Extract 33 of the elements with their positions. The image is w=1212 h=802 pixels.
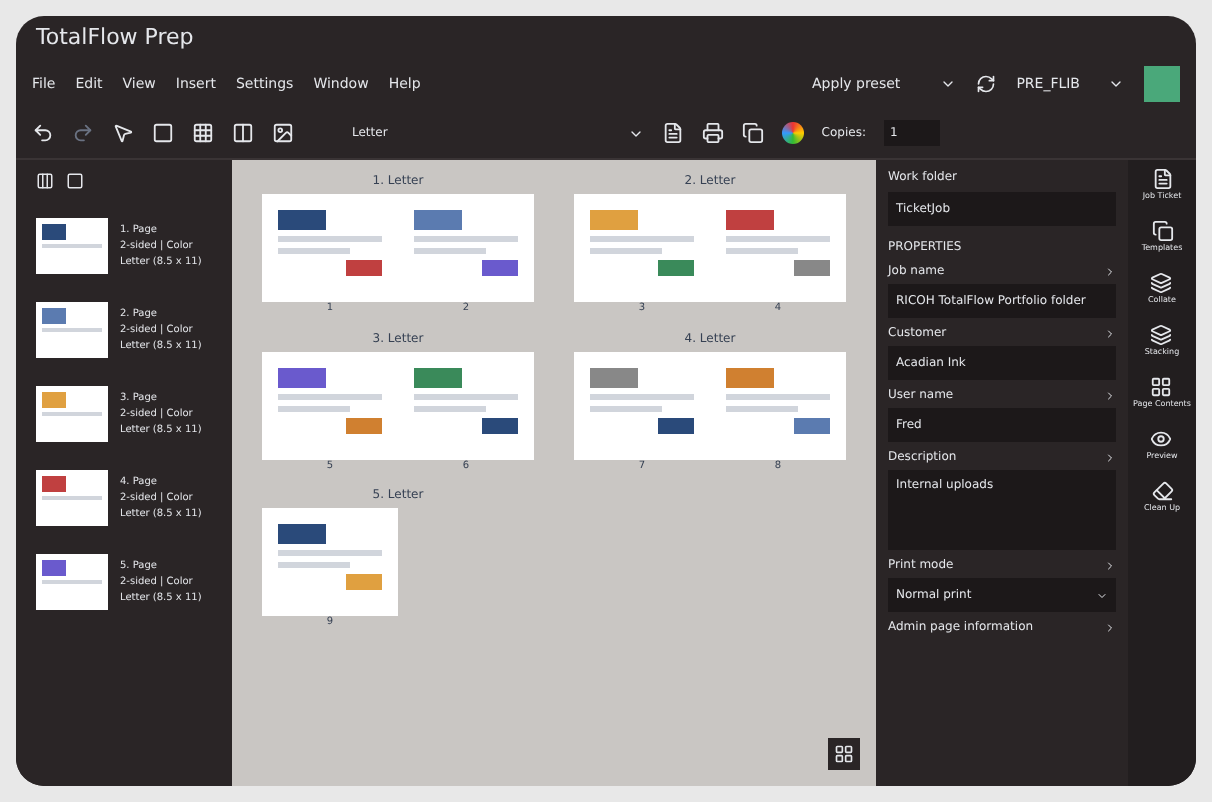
eye-icon [1150, 428, 1173, 450]
redo-icon[interactable] [72, 122, 94, 144]
layers-icon [1150, 324, 1173, 346]
layout-button[interactable] [828, 738, 860, 770]
caret-icon [940, 76, 957, 92]
grid-icon [834, 744, 854, 764]
undo-icon[interactable] [32, 122, 54, 144]
expand-icon[interactable] [1104, 327, 1116, 339]
document-icon[interactable] [661, 122, 684, 144]
caret-icon [1108, 76, 1124, 92]
copy-icon [1151, 220, 1173, 242]
frame-icon[interactable] [152, 122, 174, 144]
refresh-icon[interactable] [976, 74, 997, 94]
grid-icon[interactable] [192, 122, 214, 144]
pointer-icon[interactable] [112, 122, 134, 144]
expand-icon[interactable] [1104, 265, 1116, 277]
eraser-icon [1151, 480, 1173, 502]
expand-icon[interactable] [1104, 389, 1116, 401]
image-icon[interactable] [272, 122, 294, 144]
expand-icon[interactable] [1104, 559, 1116, 571]
list-view-icon[interactable] [36, 172, 54, 190]
grid-icon [1150, 376, 1173, 398]
caret-icon [1096, 589, 1108, 601]
document-icon [1151, 168, 1173, 190]
single-view-icon[interactable] [66, 172, 84, 190]
copy-icon[interactable] [741, 122, 764, 144]
window-title: TotalFlow Prep [36, 21, 194, 54]
expand-icon[interactable] [1104, 621, 1116, 633]
expand-icon[interactable] [1104, 451, 1116, 463]
columns-icon[interactable] [232, 122, 254, 144]
layers-icon [1150, 272, 1173, 294]
printer-icon[interactable] [701, 122, 724, 144]
color-wheel-icon[interactable] [781, 122, 804, 144]
